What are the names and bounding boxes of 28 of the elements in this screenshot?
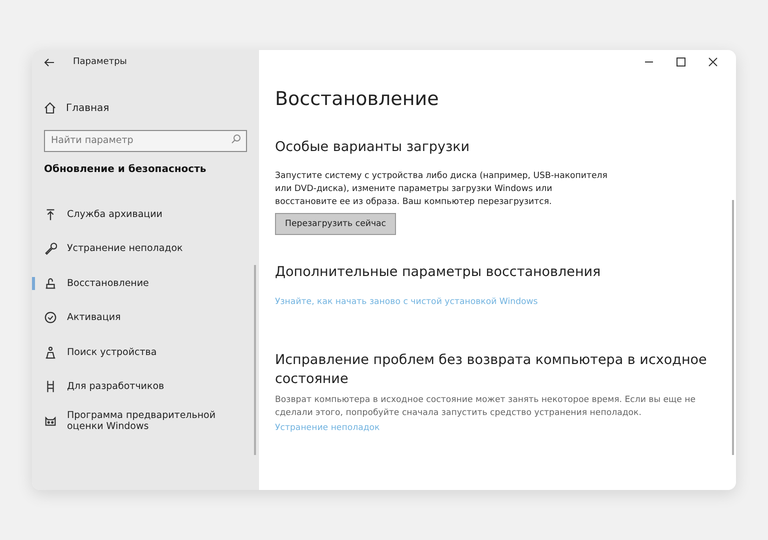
sidebar-item[interactable]: Программа предварительной оценки Windows <box>67 410 247 432</box>
sidebar-item[interactable]: Служба архивации <box>67 208 162 220</box>
search-icon <box>231 134 241 144</box>
sidebar-item[interactable]: Для разработчиков <box>67 381 164 392</box>
section-heading: Исправление проблем без возврата компьютера в исходное состояние <box>275 351 708 388</box>
sidebar-item[interactable]: Поиск устройства <box>67 346 157 358</box>
home-icon <box>44 102 56 114</box>
sidebar-item[interactable]: Устранение неполадок <box>67 243 183 254</box>
upload-arrow-icon <box>44 208 57 221</box>
description-text: Запустите систему с устройства либо диска (например, USB-накопителя или DVD-диска), измените параметры загрузки Windows или восстановите ее из образа. Ваш компьютер перезагрузится. <box>275 170 608 210</box>
page-title: Восстановление <box>275 88 440 110</box>
home-link[interactable]: Главная <box>66 102 110 114</box>
back-arrow-icon[interactable] <box>44 58 55 66</box>
description-text: Возврат компьютера в исходное состояние может занять некоторое время. Если вы еще не сделали этого, попробуйте сначала запустить средство устранения неполадок. <box>275 394 697 420</box>
close-icon[interactable] <box>708 57 718 67</box>
sidebar-item[interactable]: Восстановление <box>67 278 149 289</box>
maximize-icon[interactable] <box>676 57 686 67</box>
section-heading: Дополнительные параметры восстановления <box>275 263 602 282</box>
cat-face-icon <box>44 414 57 428</box>
check-circle-icon <box>44 311 57 324</box>
sidebar-item[interactable]: Активация <box>67 312 121 324</box>
search-field[interactable]: Найти параметр <box>44 130 247 152</box>
section-heading: Особые варианты загрузки <box>275 138 471 156</box>
person-icon <box>44 346 57 359</box>
wrench-icon <box>44 242 57 256</box>
window-title: Параметры <box>73 57 127 67</box>
section-heading: Обновление и безопасность <box>44 164 208 175</box>
restart-button[interactable]: Перезагрузить сейчас <box>275 213 396 236</box>
